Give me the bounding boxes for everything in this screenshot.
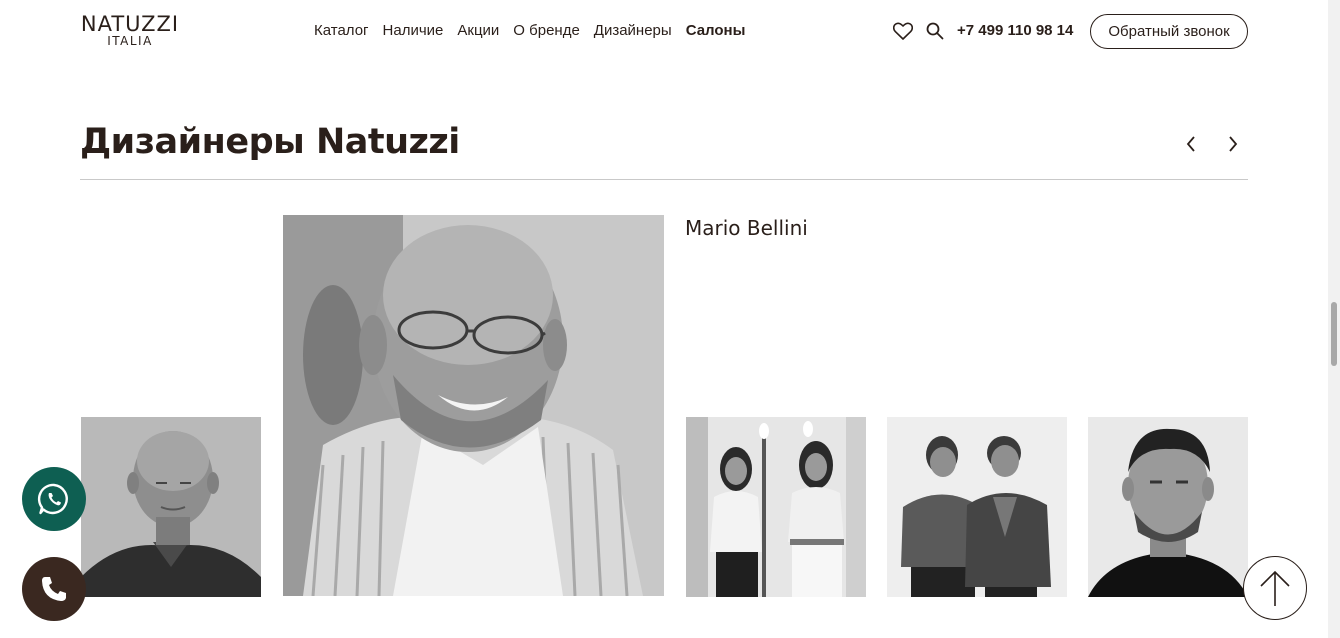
page-scrollbar[interactable] — [1328, 0, 1340, 638]
section-title: Дизайнеры Natuzzi — [80, 122, 460, 162]
nav-item-catalog[interactable]: Каталог — [314, 22, 369, 39]
active-designer-name: Mario Bellini — [685, 216, 808, 240]
chevron-left-icon[interactable] — [1180, 133, 1202, 155]
callback-button[interactable]: Обратный звонок — [1090, 14, 1248, 49]
logo-sub-text: ITALIA — [107, 34, 153, 48]
heart-icon[interactable] — [892, 20, 914, 42]
logo[interactable]: NATUZZI ITALIA — [80, 13, 180, 48]
phone-icon — [42, 577, 66, 601]
chevron-right-icon[interactable] — [1222, 133, 1244, 155]
designer-photo-mario-bellini[interactable] — [283, 215, 664, 596]
section-divider — [80, 179, 1248, 180]
scrollbar-thumb[interactable] — [1331, 302, 1337, 366]
scroll-top-button[interactable] — [1243, 556, 1307, 620]
main-nav: Каталог Наличие Акции О бренде Дизайнеры… — [314, 22, 745, 39]
nav-item-about-brand[interactable]: О бренде — [513, 22, 580, 39]
logo-main-text: NATUZZI — [80, 12, 180, 36]
designer-photo-5[interactable] — [1088, 417, 1248, 597]
nav-item-designers[interactable]: Дизайнеры — [594, 22, 672, 39]
arrow-up-icon — [1260, 570, 1290, 606]
designer-photo-4[interactable] — [887, 417, 1067, 597]
nav-item-promotions[interactable]: Акции — [457, 22, 499, 39]
nav-item-stock[interactable]: Наличие — [383, 22, 444, 39]
call-button[interactable] — [22, 557, 86, 621]
search-icon[interactable] — [924, 20, 946, 42]
designer-photo-1[interactable] — [81, 417, 261, 597]
whatsapp-icon — [37, 483, 68, 515]
phone-number[interactable]: +7 499 110 98 14 — [957, 22, 1073, 39]
nav-item-salons[interactable]: Салоны — [686, 22, 746, 39]
whatsapp-button[interactable] — [22, 467, 86, 531]
designer-photo-3[interactable] — [686, 417, 866, 597]
